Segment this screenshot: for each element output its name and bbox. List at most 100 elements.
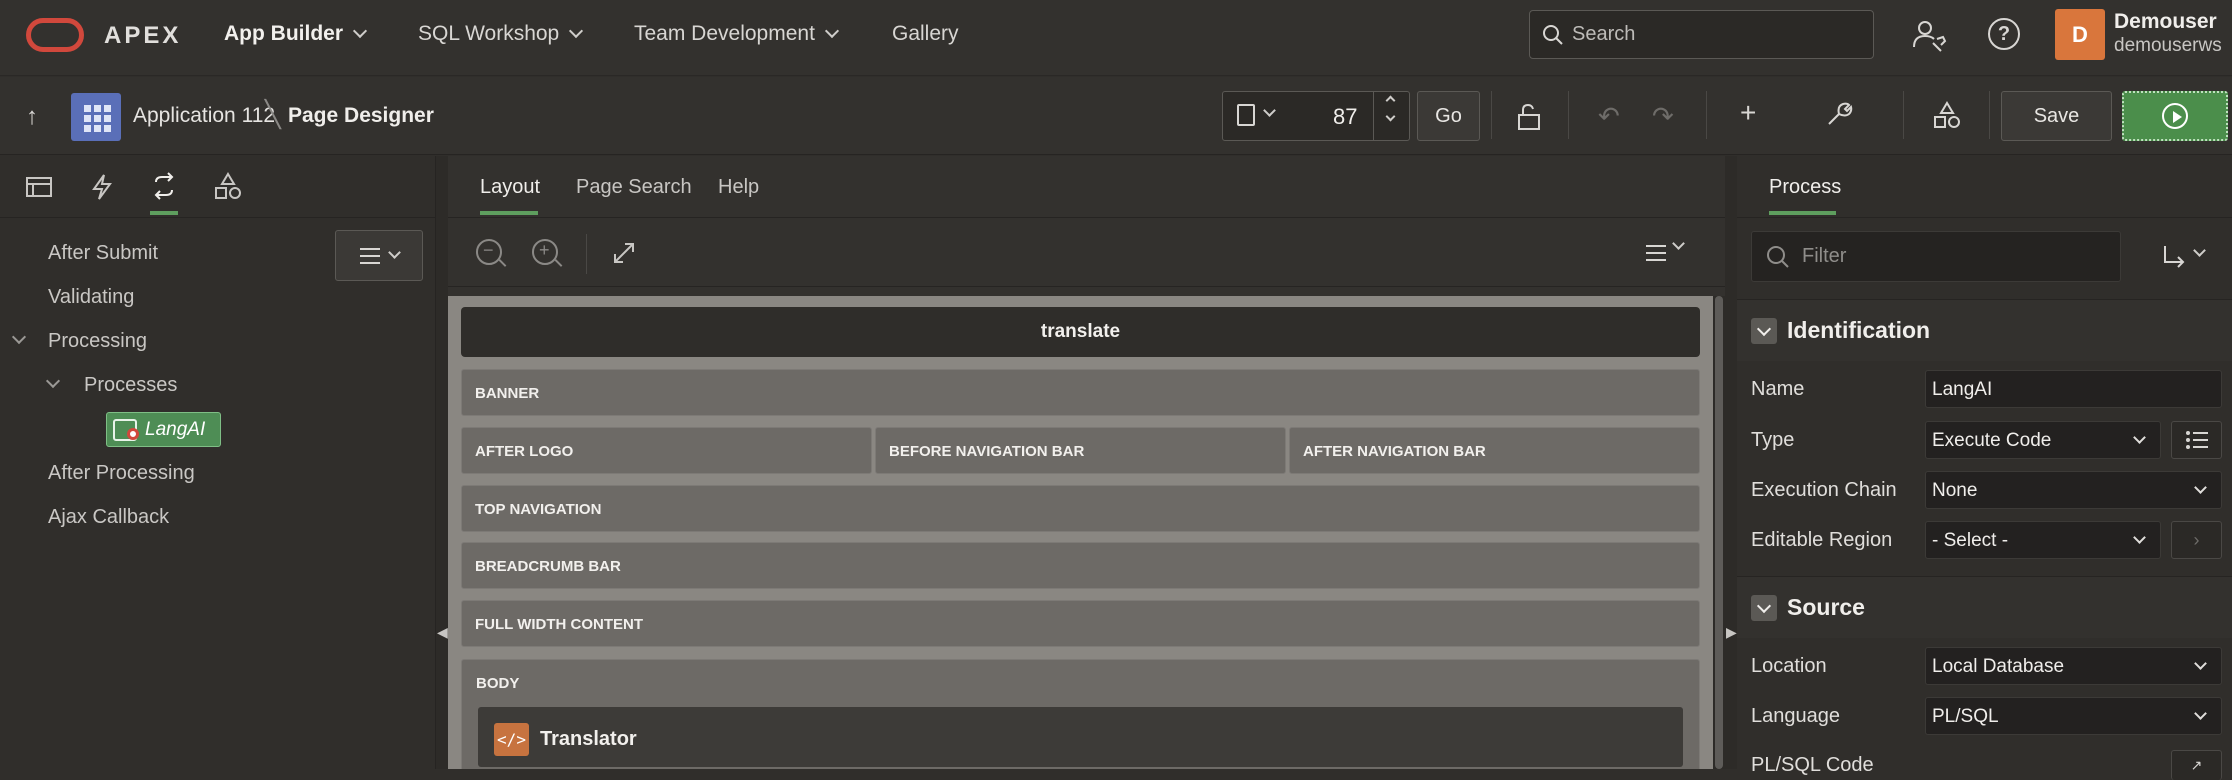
region-after-logo[interactable]: AFTER LOGO	[461, 427, 872, 474]
region-before-navigation-bar[interactable]: BEFORE NAVIGATION BAR	[875, 427, 1286, 474]
application-icon[interactable]	[71, 93, 121, 141]
menu-icon[interactable]	[1646, 245, 1666, 261]
zoom-out-icon[interactable]: −	[476, 239, 502, 265]
nav-app-builder[interactable]: App Builder	[224, 22, 368, 46]
translator-region[interactable]: </> Translator	[478, 707, 1683, 767]
left-splitter[interactable]: ◀	[436, 156, 448, 769]
right-splitter[interactable]: ▶	[1725, 156, 1737, 769]
create-menu-icon[interactable]: +	[1740, 97, 1756, 129]
region-body[interactable]: BODY </> Translator	[461, 659, 1700, 769]
active-tab-indicator	[480, 211, 538, 215]
expand-icon[interactable]	[612, 241, 636, 265]
page-number-input[interactable]: 87	[1333, 104, 1357, 130]
tab-layout[interactable]: Layout	[480, 176, 540, 199]
language-select[interactable]: PL/SQL	[1925, 697, 2222, 735]
type-select[interactable]: Execute Code	[1925, 421, 2161, 459]
page-name-bar[interactable]: translate	[461, 307, 1700, 357]
avatar[interactable]: D	[2055, 9, 2105, 60]
editable-region-label: Editable Region	[1751, 529, 1893, 551]
tree-item-langai-selected[interactable]: LangAI	[106, 412, 221, 447]
oracle-logo-icon[interactable]	[26, 18, 84, 52]
collapse-toggle-icon[interactable]	[1751, 595, 1777, 621]
shared-components-tab-icon[interactable]	[214, 172, 242, 200]
breadcrumb-page-designer: Page Designer	[288, 104, 434, 127]
redo-icon[interactable]: ↷	[1652, 101, 1674, 132]
chevron-down-icon[interactable]	[11, 329, 27, 345]
nav-gallery[interactable]: Gallery	[892, 22, 959, 46]
page-number-selector[interactable]: 87	[1222, 91, 1410, 141]
chevron-down-icon	[2133, 431, 2146, 444]
location-select[interactable]: Local Database	[1925, 647, 2222, 685]
zoom-in-icon[interactable]: +	[532, 239, 558, 265]
region-full-width-content[interactable]: FULL WIDTH CONTENT	[461, 600, 1700, 647]
group-source[interactable]: Source	[1737, 576, 2232, 638]
arrow-up-icon[interactable]: ↑	[26, 103, 38, 131]
run-page-button[interactable]	[2122, 91, 2228, 141]
tree-item-processes[interactable]: Processes	[84, 374, 177, 397]
execution-chain-select[interactable]: None	[1925, 471, 2222, 509]
code-editor-expand-button[interactable]: ↗	[2171, 750, 2222, 780]
save-button[interactable]: Save	[2001, 91, 2112, 141]
canvas-scrollbar[interactable]	[1713, 296, 1725, 769]
collapse-left-icon[interactable]: ◀	[437, 624, 448, 641]
apex-brand[interactable]: APEX	[104, 22, 181, 50]
user-name[interactable]: Demouser	[2114, 10, 2217, 34]
go-button[interactable]: Go	[1417, 91, 1480, 141]
editable-region-go-button[interactable]: ›	[2171, 521, 2222, 559]
tree-item-after-processing[interactable]: After Processing	[48, 462, 195, 485]
help-icon[interactable]: ?	[1988, 18, 2020, 50]
global-search-input[interactable]: Search	[1529, 10, 1874, 59]
group-identification[interactable]: Identification	[1737, 299, 2232, 361]
region-banner[interactable]: BANNER	[461, 369, 1700, 416]
left-pane-tabs	[0, 156, 436, 218]
search-icon	[1767, 245, 1789, 268]
active-tab-indicator	[1769, 211, 1836, 215]
tree-item-after-submit[interactable]: After Submit	[48, 242, 158, 265]
tab-page-search[interactable]: Page Search	[576, 176, 692, 199]
shared-components-icon[interactable]	[1933, 101, 1961, 129]
language-label: Language	[1751, 705, 1840, 727]
processing-tab-icon[interactable]	[150, 172, 178, 200]
chevron-up-icon[interactable]	[1385, 95, 1396, 106]
active-tab-indicator	[150, 211, 178, 215]
dynamic-actions-lightning-icon[interactable]	[90, 173, 114, 201]
scrollbar-thumb[interactable]	[1715, 296, 1723, 769]
page-number-stepper[interactable]	[1373, 92, 1410, 140]
tree-item-validating[interactable]: Validating	[48, 286, 134, 309]
nav-team-development[interactable]: Team Development	[634, 22, 839, 46]
chevron-down-icon[interactable]	[2193, 244, 2206, 257]
nav-sql-workshop-label: SQL Workshop	[418, 22, 560, 45]
tab-process[interactable]: Process	[1769, 176, 1841, 199]
name-field[interactable]: LangAI	[1925, 370, 2222, 408]
region-after-navigation-bar[interactable]: AFTER NAVIGATION BAR	[1289, 427, 1700, 474]
administration-icon[interactable]	[1911, 17, 1947, 53]
undo-icon[interactable]: ↶	[1598, 101, 1620, 132]
breadcrumb-application[interactable]: Application 112	[133, 104, 275, 128]
tree-item-ajax-callback[interactable]: Ajax Callback	[48, 506, 169, 529]
utilities-wrench-icon[interactable]	[1825, 100, 1853, 128]
chevron-down-icon	[387, 246, 401, 259]
collapse-right-icon[interactable]: ▶	[1726, 624, 1737, 641]
chevron-down-icon[interactable]	[1672, 237, 1685, 250]
chevron-down-icon[interactable]	[1263, 104, 1276, 117]
chevron-down-icon[interactable]	[45, 373, 61, 389]
page-icon[interactable]	[1237, 104, 1255, 126]
nav-sql-workshop[interactable]: SQL Workshop	[418, 22, 584, 46]
tab-help[interactable]: Help	[718, 176, 759, 199]
top-navigation-bar: APEX App Builder SQL Workshop Team Devel…	[0, 0, 2232, 76]
type-list-button[interactable]	[2171, 421, 2222, 459]
error-badge-icon	[127, 428, 139, 440]
tree-menu-button[interactable]	[335, 230, 423, 281]
region-breadcrumb-bar[interactable]: BREADCRUMB BAR	[461, 542, 1700, 589]
tree-item-processing[interactable]: Processing	[48, 330, 147, 353]
menu-icon	[359, 247, 380, 264]
collapse-toggle-icon[interactable]	[1751, 318, 1777, 344]
property-filter-input[interactable]: Filter	[1751, 231, 2121, 282]
editable-region-select[interactable]: - Select -	[1925, 521, 2161, 559]
chevron-down-icon[interactable]	[1385, 111, 1396, 122]
workspace-name: demouserws	[2114, 35, 2222, 56]
rendering-tab-icon[interactable]	[25, 175, 53, 199]
region-top-navigation[interactable]: TOP NAVIGATION	[461, 485, 1700, 532]
unlock-icon[interactable]	[1517, 103, 1545, 131]
go-to-group-icon[interactable]	[2161, 244, 2189, 270]
